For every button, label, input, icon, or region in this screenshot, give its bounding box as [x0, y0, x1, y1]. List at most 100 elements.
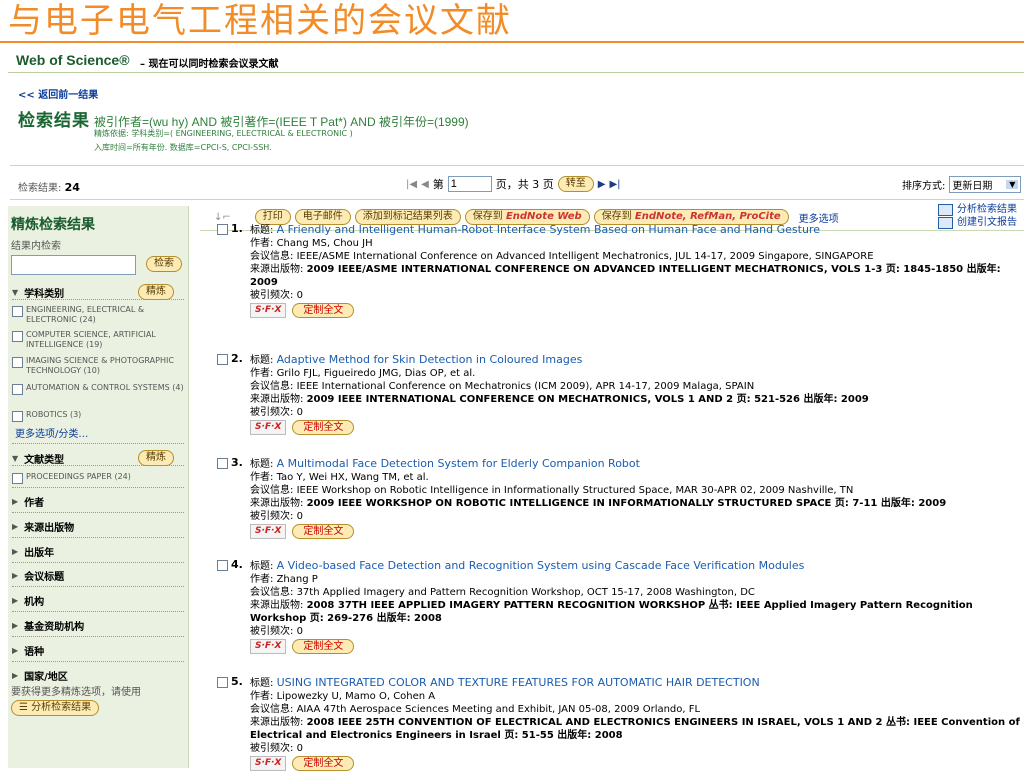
collapsed-section[interactable]: ▶ 来源出版物 — [12, 519, 74, 534]
refine-button[interactable]: 精炼 — [138, 284, 174, 300]
record-source: 2009 IEEE INTERNATIONAL CONFERENCE ON ME… — [306, 394, 869, 405]
record-conference: AIAA 47th Aerospace Sciences Meeting and… — [296, 704, 701, 715]
order-fulltext-button[interactable]: 定制全文 — [292, 639, 355, 654]
subject-item-label: ENGINEERING, ELECTRICAL & ELECTRONIC (24… — [26, 305, 145, 324]
collapsed-section[interactable]: ▶ 作者 — [12, 494, 44, 509]
record-source: 2008 IEEE 25TH CONVENTION OF ELECTRICAL … — [250, 717, 1020, 741]
record-title-link[interactable]: Adaptive Method for Skin Detection in Co… — [277, 353, 583, 366]
analyze-results-button[interactable]: ☰ 分析检索结果 — [11, 700, 100, 716]
subject-item[interactable]: AUTOMATION & CONTROL SYSTEMS (4) — [12, 383, 184, 395]
record-title-link[interactable]: A Video-based Face Detection and Recogni… — [277, 559, 805, 572]
search-within-input[interactable] — [11, 255, 136, 275]
record-title-link[interactable]: A Multimodal Face Detection System for E… — [277, 457, 640, 470]
collapsed-section[interactable]: ▶ 会议标题 — [12, 568, 64, 583]
sfx-link-icon[interactable]: S·F·X — [250, 639, 287, 654]
collapsed-section-label: 来源出版物 — [24, 523, 75, 534]
author-label: 作者: — [250, 238, 274, 249]
next-page-icon[interactable]: ▶ — [598, 179, 606, 190]
record-checkbox[interactable] — [217, 223, 228, 235]
record-index: 1. — [231, 222, 243, 235]
triangle-right-icon: ▶ — [12, 596, 19, 605]
collapsed-section[interactable]: ▶ 机构 — [12, 593, 44, 608]
subject-item[interactable]: COMPUTER SCIENCE, ARTIFICIAL INTELLIGENC… — [12, 330, 184, 350]
page-number-input[interactable] — [447, 176, 492, 192]
result-count: 检索结果: 24 — [18, 179, 80, 194]
checkbox[interactable] — [12, 473, 23, 484]
doctype-label: 文献类型 — [24, 455, 65, 466]
sfx-link-icon[interactable]: S·F·X — [250, 420, 287, 435]
doctype-item[interactable]: PROCEEDINGS PAPER (24) — [12, 472, 184, 484]
order-fulltext-button[interactable]: 定制全文 — [292, 420, 355, 435]
order-fulltext-button[interactable]: 定制全文 — [292, 524, 355, 539]
divider — [12, 562, 184, 563]
checkbox[interactable] — [12, 411, 23, 422]
more-options-link[interactable]: 更多选项/分类… — [15, 425, 88, 440]
cited-label: 被引频次: — [250, 511, 294, 522]
sfx-link-icon[interactable]: S·F·X — [250, 756, 287, 771]
first-page-icon[interactable]: |◀ — [406, 179, 417, 190]
record-authors: Chang MS, Chou JH — [276, 238, 373, 249]
sort-value: 更新日期 — [952, 181, 993, 192]
subject-category-header[interactable]: ▼ 学科类别 — [12, 285, 64, 300]
cited-label: 被引频次: — [250, 626, 294, 637]
select-arrow-icon: ↓⌐ — [214, 211, 231, 223]
sfx-link-icon[interactable]: S·F·X — [250, 524, 287, 539]
triangle-right-icon: ▶ — [12, 497, 19, 506]
record-conference: IEEE Workshop on Robotic Intelligence in… — [296, 485, 854, 496]
record-index: 4. — [231, 558, 243, 571]
prev-page-icon[interactable]: ◀ — [421, 179, 429, 190]
record-index: 2. — [231, 352, 243, 365]
subject-item[interactable]: IMAGING SCIENCE & PHOTOGRAPHIC TECHNOLOG… — [12, 356, 184, 376]
results-heading: 检索结果 — [18, 111, 90, 131]
record-cited-count: 0 — [296, 407, 303, 418]
title-label: 标题: — [250, 355, 274, 366]
more-refine-note: 要获得更多精炼选项，请使用 — [11, 687, 141, 698]
sfx-link-icon[interactable]: S·F·X — [250, 303, 287, 318]
record-checkbox[interactable] — [217, 676, 228, 688]
collapsed-section[interactable]: ▶ 基金资助机构 — [12, 618, 84, 633]
order-fulltext-button[interactable]: 定制全文 — [292, 756, 355, 771]
record-number: 5. — [217, 675, 243, 688]
conf-label: 会议信息: — [250, 587, 294, 598]
record-conf-line: 会议信息: AIAA 47th Aerospace Sciences Meeti… — [250, 703, 1022, 716]
search-within-button[interactable]: 检索 — [146, 256, 182, 272]
checkbox[interactable] — [12, 357, 23, 368]
checkbox[interactable] — [12, 306, 23, 317]
subject-item[interactable]: ROBOTICS (3) — [12, 410, 184, 422]
sort-select[interactable]: 更新日期 ▼ — [949, 176, 1022, 193]
record-cited-line: 被引频次: 0 — [250, 742, 1022, 755]
order-fulltext-button[interactable]: 定制全文 — [292, 303, 355, 318]
doctype-header[interactable]: ▼ 文献类型 — [12, 451, 64, 466]
divider — [10, 165, 1024, 166]
collapsed-section[interactable]: ▶ 国家/地区 — [12, 668, 68, 683]
chevron-down-icon[interactable]: ▼ — [1006, 180, 1019, 189]
endnote-web-logo: EndNote Web — [505, 211, 582, 222]
record-title-line: 标题: A Video-based Face Detection and Rec… — [250, 559, 1022, 573]
analyze-results-link[interactable]: 分析检索结果 — [938, 203, 1017, 216]
checkbox[interactable] — [12, 384, 23, 395]
source-label: 来源出版物: — [250, 264, 304, 275]
record-authors: Tao Y, Wei HX, Wang TM, et al. — [276, 472, 429, 483]
refine-button[interactable]: 精炼 — [138, 450, 174, 466]
collapsed-section[interactable]: ▶ 语种 — [12, 643, 44, 658]
record-checkbox[interactable] — [217, 457, 228, 469]
wos-logo[interactable]: Web of Science® — [16, 52, 130, 68]
title-label: 标题: — [250, 225, 274, 236]
record-checkbox[interactable] — [217, 353, 228, 365]
source-label: 来源出版物: — [250, 394, 304, 405]
record-cited-line: 被引频次: 0 — [250, 406, 1022, 419]
last-page-icon[interactable]: ▶| — [609, 179, 620, 190]
author-label: 作者: — [250, 472, 274, 483]
record-title-link[interactable]: USING INTEGRATED COLOR AND TEXTURE FEATU… — [277, 676, 760, 689]
endnote-refman-procite-logo: EndNote, RefMan, ProCite — [634, 211, 781, 222]
checkbox[interactable] — [12, 331, 23, 342]
record-authors-line: 作者: Chang MS, Chou JH — [250, 237, 1022, 250]
go-button[interactable]: 转至 — [557, 176, 594, 192]
collapsed-section[interactable]: ▶ 出版年 — [12, 544, 54, 559]
back-link[interactable]: << 返回前一结果 — [18, 86, 98, 101]
result-count-label: 检索结果: — [18, 183, 62, 194]
record-title-link[interactable]: A Friendly and Intelligent Human-Robot I… — [277, 223, 820, 236]
record-checkbox[interactable] — [217, 559, 228, 571]
subject-item[interactable]: ENGINEERING, ELECTRICAL & ELECTRONIC (24… — [12, 305, 184, 325]
save-label: 保存到 — [601, 211, 632, 222]
